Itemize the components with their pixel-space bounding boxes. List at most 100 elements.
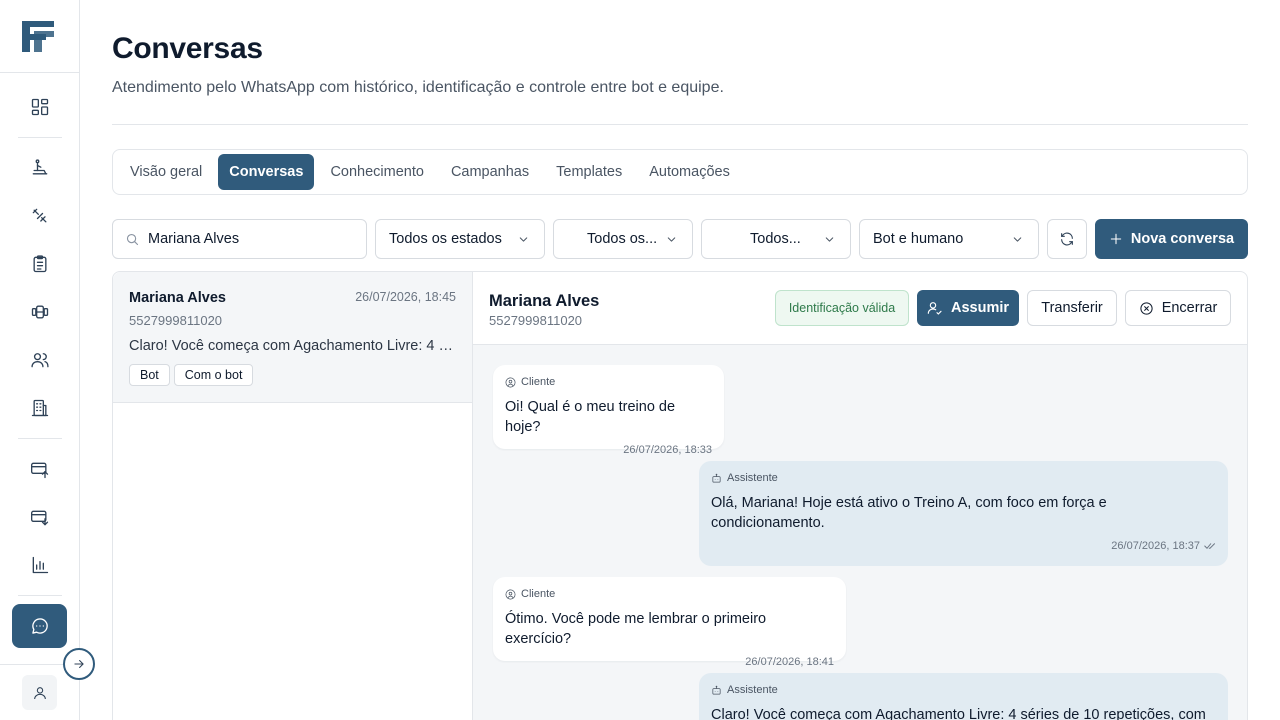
tab-templates[interactable]: Templates: [545, 154, 633, 190]
conversation-tags: Bot Com o bot: [129, 364, 254, 386]
tab-bar: Visão geral Conversas Conhecimento Campa…: [112, 149, 1248, 195]
user-check-icon: [927, 302, 942, 315]
refresh-button[interactable]: [1047, 219, 1087, 259]
header-divider: [112, 124, 1248, 125]
conversation-preview: Claro! Você começa com Agachamento Livre…: [129, 338, 454, 354]
status-select[interactable]: Todos os estados: [375, 219, 545, 259]
close-circle-icon: [1140, 301, 1153, 315]
sidebar-separator: [18, 438, 62, 439]
tag-with-bot: Com o bot: [173, 364, 254, 386]
tab-knowledge[interactable]: Conhecimento: [319, 154, 435, 190]
chat-header: Mariana Alves 5527999811020 Identificaçã…: [473, 272, 1247, 345]
message-time: 26/07/2026, 18:41: [505, 656, 834, 668]
message-time: 26/07/2026, 18:37: [711, 540, 1216, 552]
sidebar: [0, 0, 80, 720]
message-sender: Assistente: [711, 472, 1216, 484]
status-badge: Identificação válida: [775, 290, 909, 326]
chat-contact-phone: 5527999811020: [489, 313, 583, 328]
close-conversation-button[interactable]: Encerrar: [1125, 290, 1231, 326]
clipboard-icon[interactable]: [28, 252, 52, 276]
expand-sidebar-button[interactable]: [63, 648, 95, 680]
user-circle-icon: [505, 377, 516, 387]
transfer-label: Transferir: [1041, 300, 1103, 316]
sender-label: Assistente: [727, 472, 778, 484]
status-select-value: Todos os estados: [389, 231, 502, 247]
sender-label: Cliente: [521, 376, 556, 388]
chevron-down-icon: [1013, 237, 1022, 242]
filter-select-2-value: Todos os...: [587, 231, 658, 247]
message-assistant: Assistente Olá, Mariana! Hoje está ativo…: [699, 461, 1228, 566]
chevron-down-icon: [825, 237, 834, 242]
arrow-right-icon: [74, 659, 84, 669]
refresh-icon: [1061, 232, 1073, 246]
message-text: Claro! Você começa com Agachamento Livre…: [711, 707, 1206, 720]
mode-select-value: Bot e humano: [873, 231, 964, 247]
page-subtitle: Atendimento pelo WhatsApp com histórico,…: [112, 79, 724, 96]
sidebar-divider: [0, 72, 79, 73]
treadmill-icon[interactable]: [28, 156, 52, 180]
users-icon[interactable]: [28, 348, 52, 372]
chevron-down-icon: [519, 237, 528, 242]
tab-automations[interactable]: Automações: [638, 154, 741, 190]
sidebar-separator: [18, 137, 62, 138]
search-icon: [126, 233, 139, 245]
message-text: Olá, Mariana! Hoje está ativo o Treino A…: [711, 495, 1107, 531]
sender-label: Cliente: [521, 588, 556, 600]
message-client: Cliente Oi! Qual é o meu treino de hoje?…: [493, 365, 724, 456]
message-timestamp: 26/07/2026, 18:41: [745, 656, 834, 668]
page-title: Conversas: [112, 32, 263, 65]
filter-select-3-value: Todos...: [750, 231, 801, 247]
conversation-time: 26/07/2026, 18:45: [355, 290, 456, 304]
dumbbell-icon[interactable]: [28, 300, 52, 324]
double-check-icon: [1204, 543, 1215, 549]
tag-bot: Bot: [129, 364, 170, 386]
message-assistant: Assistente Claro! Você começa com Agacha…: [699, 673, 1228, 720]
logo-icon: [22, 21, 54, 52]
new-conversation-button[interactable]: Nova conversa: [1095, 219, 1248, 259]
chat-icon[interactable]: [12, 604, 67, 648]
chart-icon[interactable]: [28, 553, 52, 577]
user-icon: [33, 686, 46, 699]
message-sender: Assistente: [711, 684, 1216, 696]
tab-conversations[interactable]: Conversas: [218, 154, 315, 190]
assume-label: Assumir: [950, 300, 1010, 316]
message-client: Cliente Ótimo. Você pode me lembrar o pr…: [493, 577, 846, 668]
assume-button[interactable]: Assumir: [917, 290, 1019, 326]
bot-icon: [712, 685, 721, 695]
tools-icon[interactable]: [28, 204, 52, 228]
message-sender: Cliente: [505, 588, 834, 600]
message-timestamp: 26/07/2026, 18:37: [1111, 540, 1200, 552]
chat-contact-name: Mariana Alves: [489, 292, 600, 310]
transfer-button[interactable]: Transferir: [1027, 290, 1117, 326]
filter-select-2[interactable]: Todos os...: [553, 219, 693, 259]
conversation-name: Mariana Alves: [129, 290, 226, 306]
message-text: Oi! Qual é o meu treino de hoje?: [505, 399, 676, 435]
close-label: Encerrar: [1161, 300, 1218, 316]
sidebar-separator: [18, 595, 62, 596]
sender-label: Assistente: [727, 684, 778, 696]
message-text: Ótimo. Você pode me lembrar o primeiro e…: [505, 611, 767, 647]
mode-select[interactable]: Bot e humano: [859, 219, 1039, 259]
card-upload-icon[interactable]: [28, 458, 52, 482]
new-conversation-label: Nova conversa: [1130, 231, 1235, 247]
message-area: Cliente Oi! Qual é o meu treino de hoje?…: [473, 345, 1247, 720]
tab-overview[interactable]: Visão geral: [119, 154, 213, 190]
dashboard-icon[interactable]: [28, 95, 52, 119]
message-sender: Cliente: [505, 376, 712, 388]
conversation-list-item[interactable]: Mariana Alves 26/07/2026, 18:45 55279998…: [113, 272, 472, 403]
search-input[interactable]: [148, 231, 348, 247]
tab-campaigns[interactable]: Campanhas: [440, 154, 540, 190]
search-box: [112, 219, 367, 259]
filter-select-3[interactable]: Todos...: [701, 219, 851, 259]
card-download-icon[interactable]: [28, 506, 52, 530]
user-circle-icon: [505, 589, 516, 599]
bot-icon: [712, 473, 721, 483]
message-time: 26/07/2026, 18:33: [505, 444, 712, 456]
user-profile-button[interactable]: [22, 675, 57, 710]
building-icon[interactable]: [28, 396, 52, 420]
message-timestamp: 26/07/2026, 18:33: [623, 444, 712, 456]
chat-panel: Mariana Alves 5527999811020 Identificaçã…: [472, 271, 1248, 720]
chevron-down-icon: [667, 237, 676, 242]
conversation-phone: 5527999811020: [129, 313, 223, 328]
conversation-list: Mariana Alves 26/07/2026, 18:45 55279998…: [112, 271, 473, 720]
